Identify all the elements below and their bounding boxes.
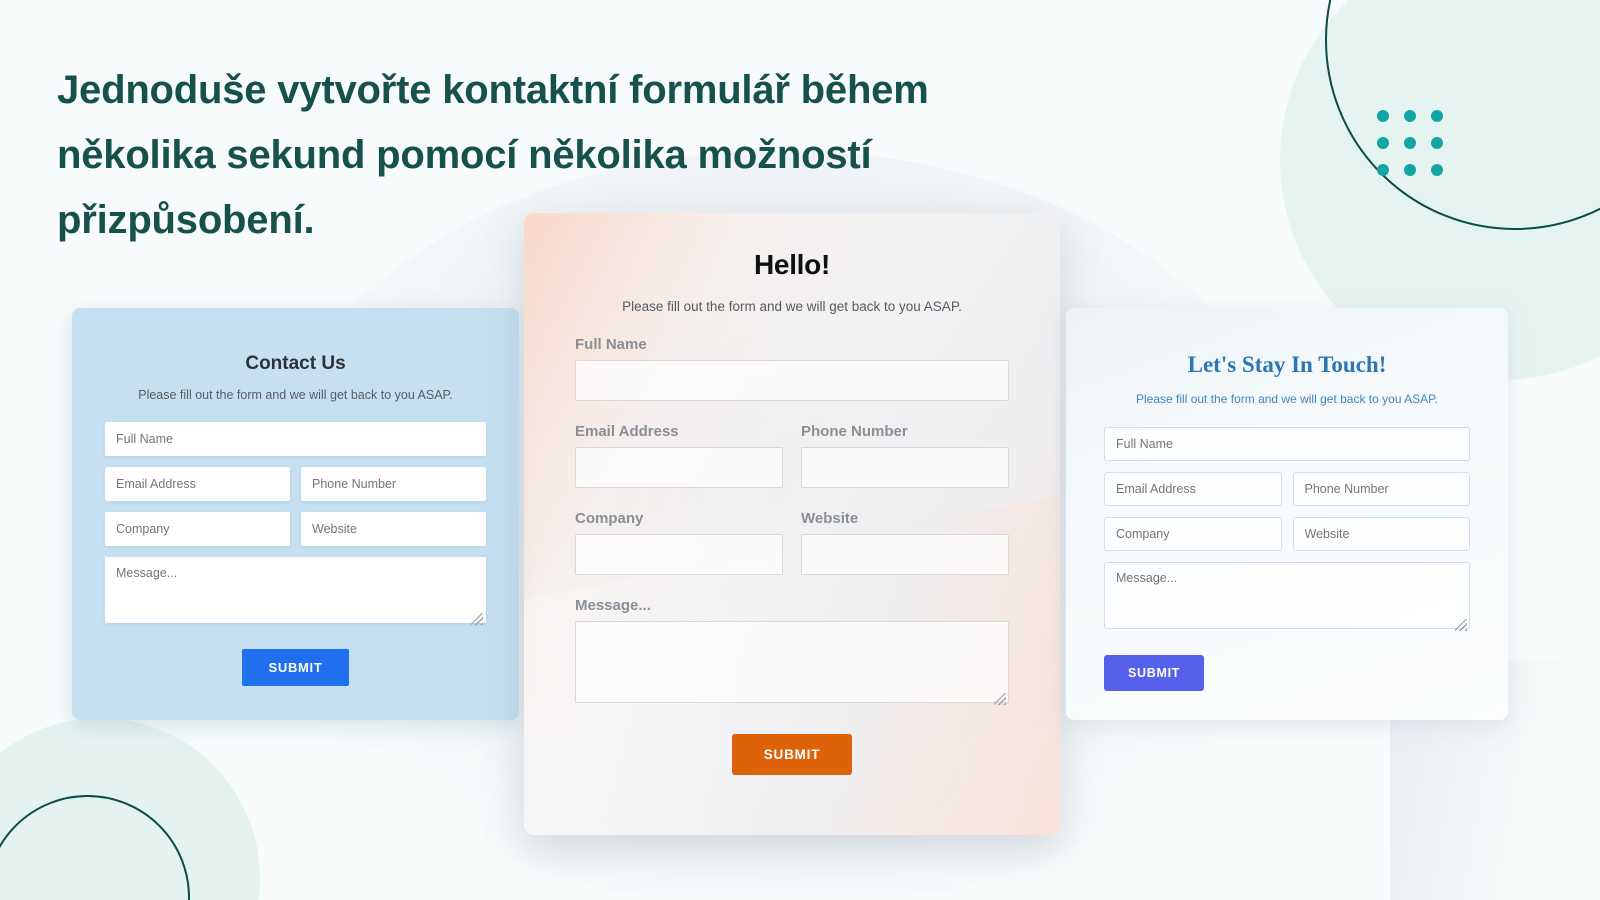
left-full-name-input[interactable] (105, 422, 486, 456)
center-full-name-label: Full Name (575, 336, 647, 353)
left-phone-input[interactable] (301, 467, 486, 501)
right-submit-button[interactable]: SUBMIT (1104, 655, 1205, 691)
card-center-subtitle: Please fill out the form and we will get… (622, 299, 962, 314)
center-website-input[interactable] (801, 534, 1009, 575)
center-group-company: Company (575, 510, 783, 575)
left-row-message (105, 557, 486, 628)
right-phone-input[interactable] (1292, 472, 1470, 506)
card-right-title: Let's Stay In Touch! (1187, 352, 1387, 377)
left-submit-button[interactable]: SUBMIT (242, 649, 349, 686)
center-phone-input[interactable] (801, 447, 1009, 488)
left-website-input[interactable] (301, 512, 486, 546)
center-message-textarea[interactable] (575, 621, 1009, 703)
left-row-company-website (105, 512, 486, 546)
card-right-subtitle: Please fill out the form and we will get… (1136, 392, 1438, 406)
outline-circle-top-right (1325, 0, 1600, 230)
center-group-phone: Phone Number (801, 423, 1009, 488)
right-row-email-phone (1104, 472, 1470, 506)
right-message-wrapper (1104, 562, 1470, 634)
center-phone-label: Phone Number (801, 423, 908, 440)
right-message-textarea[interactable] (1104, 562, 1470, 629)
right-website-input[interactable] (1292, 517, 1470, 551)
center-email-label: Email Address (575, 423, 679, 440)
outline-circle-bottom-left (0, 795, 190, 900)
center-submit-button[interactable]: SUBMIT (731, 734, 853, 775)
card-center-title: Hello! (754, 249, 830, 280)
center-group-message: Message... (575, 597, 1009, 708)
contact-form-card-right: Let's Stay In Touch! Please fill out the… (1066, 308, 1508, 720)
center-message-wrapper (575, 621, 1009, 708)
right-row-message (1104, 562, 1470, 634)
center-website-label: Website (801, 510, 859, 527)
center-row-company-website: Company Website (575, 510, 1009, 575)
center-full-name-input[interactable] (575, 360, 1009, 401)
center-email-input[interactable] (575, 447, 783, 488)
card-right-fields: SUBMIT (1104, 427, 1470, 691)
center-group-full-name: Full Name (575, 336, 1009, 401)
left-message-textarea[interactable] (105, 557, 486, 623)
right-company-input[interactable] (1104, 517, 1282, 551)
card-left-fields: SUBMIT (105, 422, 486, 686)
center-row-email-phone: Email Address Phone Number (575, 423, 1009, 488)
card-left-title: Contact Us (245, 353, 346, 374)
left-row-email-phone (105, 467, 486, 501)
card-left-subtitle: Please fill out the form and we will get… (138, 388, 453, 402)
right-row-company-website (1104, 517, 1470, 551)
right-full-name-input[interactable] (1104, 427, 1470, 461)
dots-grid-icon (1377, 110, 1443, 176)
center-message-label: Message... (575, 597, 651, 614)
left-company-input[interactable] (105, 512, 290, 546)
mint-circle-bottom-left (0, 718, 260, 900)
contact-form-card-center: Hello! Please fill out the form and we w… (524, 213, 1060, 835)
contact-form-card-left: Contact Us Please fill out the form and … (72, 308, 519, 720)
center-company-label: Company (575, 510, 644, 527)
center-company-input[interactable] (575, 534, 783, 575)
center-group-email: Email Address (575, 423, 783, 488)
right-email-input[interactable] (1104, 472, 1282, 506)
card-center-content: Hello! Please fill out the form and we w… (575, 249, 1009, 775)
left-email-input[interactable] (105, 467, 290, 501)
center-group-website: Website (801, 510, 1009, 575)
left-message-wrapper (105, 557, 486, 628)
